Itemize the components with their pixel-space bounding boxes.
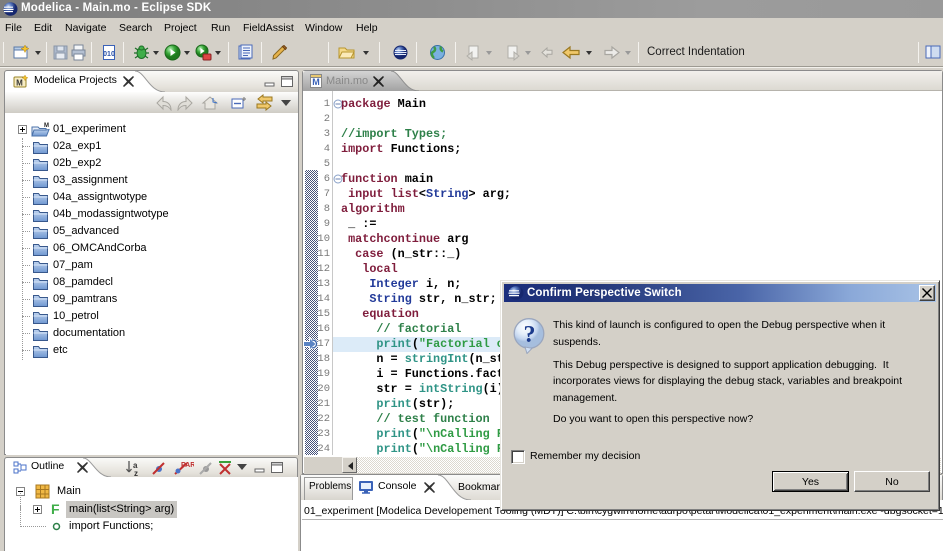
svg-text:?: ? [524,322,536,348]
svg-text:M: M [16,79,23,88]
svg-text:M: M [312,77,320,87]
svg-text:010: 010 [103,51,115,58]
svg-text:M: M [44,123,49,129]
svg-text:z: z [134,469,138,477]
